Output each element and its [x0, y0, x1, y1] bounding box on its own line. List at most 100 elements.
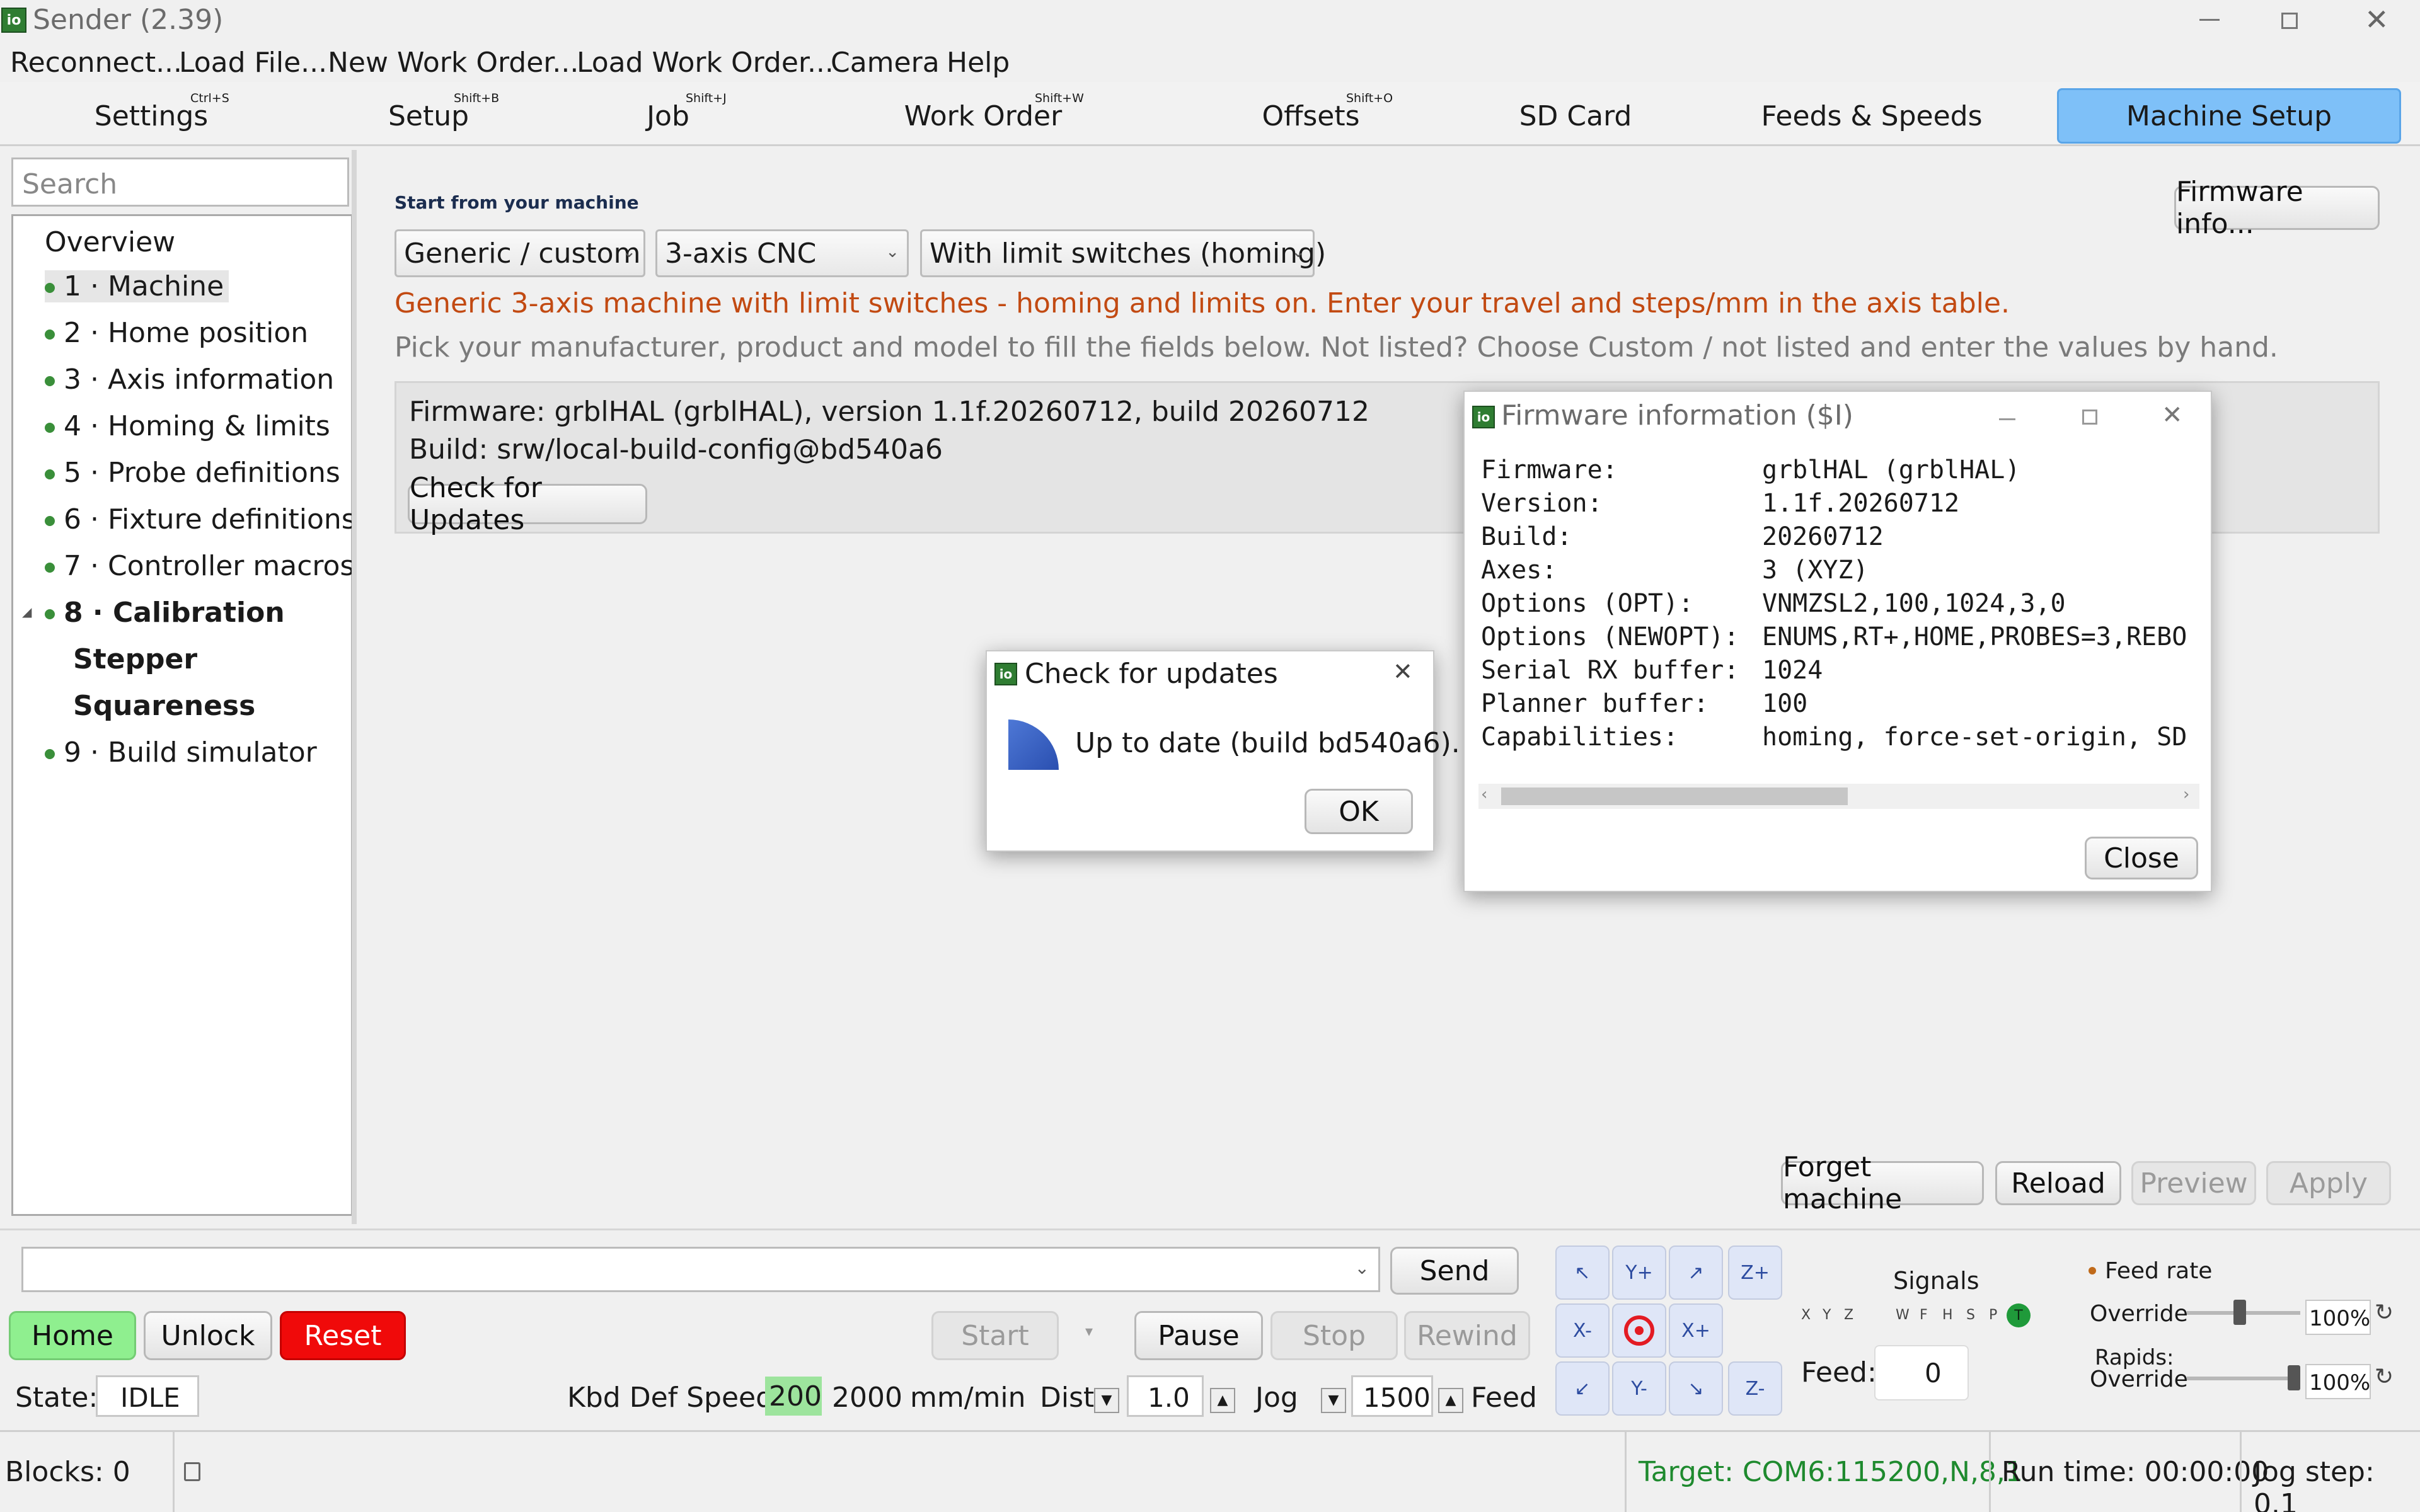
- command-input[interactable]: ⌄: [21, 1247, 1380, 1292]
- tab-setup[interactable]: Setup Shift+B: [340, 91, 517, 140]
- slider-thumb[interactable]: [2233, 1300, 2246, 1325]
- reset-rapids-icon[interactable]: ↻: [2375, 1364, 2394, 1390]
- menu-camera[interactable]: Camera: [831, 47, 940, 79]
- run-time: Run time: 00:00:00: [2002, 1456, 2269, 1488]
- jog-y-minus-button[interactable]: Y-: [1612, 1361, 1666, 1416]
- sidebar-item-machine[interactable]: 1 · Machine: [45, 270, 229, 302]
- tab-label: Job: [647, 100, 689, 132]
- feed-override-slider[interactable]: [2187, 1300, 2300, 1325]
- machine-type-select[interactable]: 3-axis CNC ⌄: [655, 229, 909, 277]
- send-button[interactable]: Send: [1390, 1247, 1519, 1295]
- preview-button[interactable]: Preview: [2131, 1161, 2256, 1205]
- rewind-button[interactable]: Rewind: [1404, 1311, 1530, 1360]
- close-icon[interactable]: ✕: [2162, 401, 2183, 430]
- dist-value[interactable]: 1.0: [1127, 1375, 1204, 1417]
- sidebar-item-probe-definitions[interactable]: 5 · Probe definitions: [45, 457, 340, 489]
- rapids-override-slider[interactable]: [2187, 1365, 2300, 1390]
- forget-machine-button[interactable]: Forget machine: [1781, 1151, 1984, 1215]
- fw-value: homing, force-set-origin, SD: [1762, 723, 2187, 752]
- jog-x-plus-button[interactable]: X+: [1669, 1303, 1723, 1358]
- tab-sd-card[interactable]: SD Card: [1487, 91, 1664, 140]
- app-logo-icon: io: [1, 8, 26, 33]
- horizontal-scrollbar[interactable]: ‹ ›: [1478, 784, 2199, 809]
- unlock-button[interactable]: Unlock: [144, 1311, 272, 1360]
- sidebar-item-fixture-definitions[interactable]: 6 · Fixture definitions: [45, 503, 356, 536]
- stop-button[interactable]: Stop: [1270, 1311, 1398, 1360]
- menu-load-file[interactable]: Load File...: [179, 47, 327, 79]
- sidebar-item-controller-macros[interactable]: 7 · Controller macros: [45, 550, 354, 582]
- jog-value[interactable]: 1500: [1351, 1375, 1433, 1417]
- check-updates-button[interactable]: Check for Updates: [408, 472, 647, 536]
- sidebar-splitter[interactable]: [352, 150, 357, 1224]
- close-icon[interactable]: ✕: [2365, 3, 2389, 37]
- ok-button[interactable]: OK: [1305, 789, 1413, 834]
- pause-button[interactable]: Pause: [1134, 1311, 1263, 1360]
- scroll-left-icon[interactable]: ‹: [1481, 785, 1487, 804]
- status-dot-icon: [45, 423, 55, 433]
- close-icon[interactable]: ✕: [1393, 658, 1413, 685]
- jog-down-right-button[interactable]: ↘: [1669, 1361, 1723, 1416]
- jog-x-minus-button[interactable]: X-: [1555, 1303, 1610, 1358]
- sidebar-item-build-simulator[interactable]: 9 · Build simulator: [45, 736, 317, 769]
- chevron-down-icon[interactable]: ▾: [1085, 1322, 1093, 1340]
- jog-step: Jog step: 0.1: [2254, 1456, 2375, 1512]
- start-button[interactable]: Start: [931, 1311, 1059, 1360]
- sidebar-item-squareness[interactable]: Squareness: [73, 690, 255, 722]
- jog-up-left-button[interactable]: ↖: [1555, 1246, 1610, 1300]
- slider-thumb[interactable]: [2288, 1365, 2300, 1390]
- sidebar-item-stepper[interactable]: Stepper: [73, 643, 197, 675]
- menu-load-work-order[interactable]: Load Work Order...: [577, 47, 834, 79]
- dist-increase-icon[interactable]: ▲: [1210, 1388, 1235, 1413]
- jog-decrease-icon[interactable]: ▼: [1321, 1388, 1346, 1413]
- jog-down-left-button[interactable]: ↙: [1555, 1361, 1610, 1416]
- fw-key: Capabilities:: [1481, 723, 1679, 752]
- minimize-icon[interactable]: [2199, 19, 2220, 21]
- update-message: Up to date (build bd540a6).: [1075, 727, 1460, 759]
- firmware-info-button[interactable]: Firmware info...: [2174, 176, 2380, 240]
- tab-offsets[interactable]: Offsets Shift+O: [1197, 91, 1424, 140]
- manufacturer-select[interactable]: Generic / custom ⌄: [395, 229, 645, 277]
- maximize-icon[interactable]: [2082, 410, 2097, 425]
- sidebar-item-axis-information[interactable]: 3 · Axis information: [45, 364, 334, 396]
- reload-button[interactable]: Reload: [1995, 1161, 2121, 1205]
- scroll-right-icon[interactable]: ›: [2183, 785, 2189, 804]
- reset-override-icon[interactable]: ↻: [2375, 1300, 2394, 1326]
- sidebar-item-overview[interactable]: Overview: [45, 226, 175, 258]
- jog-z-plus-button[interactable]: Z+: [1728, 1246, 1782, 1300]
- tab-settings[interactable]: Settings Ctrl+S: [50, 91, 252, 140]
- tab-feeds-speeds[interactable]: Feeds & Speeds: [1739, 91, 2004, 140]
- sidebar-item-home-position[interactable]: 2 · Home position: [45, 317, 308, 349]
- home-button[interactable]: Home: [9, 1311, 136, 1360]
- dist-decrease-icon[interactable]: ▼: [1094, 1388, 1119, 1413]
- menu-new-work-order[interactable]: New Work Order...: [328, 47, 579, 79]
- tab-machine-setup[interactable]: Machine Setup: [2057, 88, 2401, 144]
- jog-z-minus-button[interactable]: Z-: [1728, 1361, 1782, 1416]
- jog-y-plus-button[interactable]: Y+: [1612, 1246, 1666, 1300]
- menu-help[interactable]: Help: [947, 47, 1010, 79]
- jog-label: X-: [1573, 1319, 1592, 1342]
- tab-job[interactable]: Job Shift+J: [592, 91, 744, 140]
- jog-increase-icon[interactable]: ▲: [1438, 1388, 1463, 1413]
- minimize-icon[interactable]: [1999, 418, 2015, 420]
- restore-icon[interactable]: [2281, 13, 2298, 29]
- copy-icon[interactable]: [184, 1462, 200, 1481]
- kbd-speed-value[interactable]: 200: [765, 1377, 822, 1416]
- tab-work-order[interactable]: Work Order Shift+W: [851, 91, 1115, 140]
- reset-button[interactable]: Reset: [280, 1311, 406, 1360]
- sidebar-item-homing-limits[interactable]: 4 · Homing & limits: [45, 410, 330, 442]
- search-input[interactable]: Search: [11, 158, 349, 207]
- fw-value: ENUMS,RT+,HOME,PROBES=3,REBO: [1762, 622, 2187, 651]
- status-dot-icon: [45, 329, 55, 340]
- scroll-thumb[interactable]: [1501, 788, 1848, 805]
- close-button[interactable]: Close: [2085, 837, 2198, 879]
- status-dot-icon: [45, 609, 55, 619]
- apply-button[interactable]: Apply: [2266, 1161, 2391, 1205]
- machine-hint: Pick your manufacturer, product and mode…: [395, 331, 2278, 364]
- expand-arrow-icon[interactable]: ◢: [22, 604, 32, 619]
- sidebar-item-calibration[interactable]: 8 · Calibration: [45, 597, 285, 629]
- limit-switch-select[interactable]: With limit switches (homing) ⌄: [920, 229, 1326, 277]
- chevron-down-icon[interactable]: ⌄: [1355, 1257, 1369, 1278]
- menu-reconnect[interactable]: Reconnect...: [10, 47, 182, 79]
- jog-center-button[interactable]: [1612, 1303, 1666, 1358]
- jog-up-right-button[interactable]: ↗: [1669, 1246, 1723, 1300]
